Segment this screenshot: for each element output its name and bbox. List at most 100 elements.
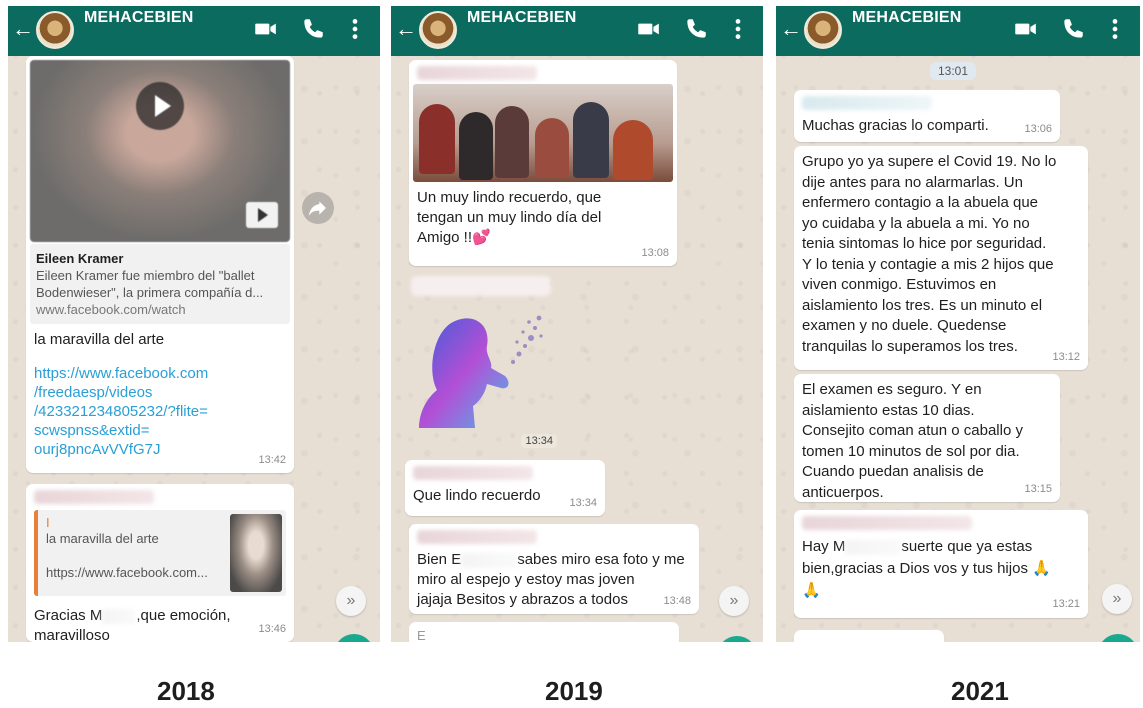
timestamp-chip: 13:01 [930,62,977,80]
video-thumbnail[interactable] [30,60,290,242]
sender-name-blurred [417,66,537,80]
sender-name-blurred [411,276,551,296]
chat-screenshot-2018: ← MEHACEBIEN Eileen Kramer Eileen Kramer… [8,6,380,642]
message-time: 13:15 [1024,482,1052,495]
message-bubble[interactable]: Muchas gracias lo comparti. 13:06 [794,90,1060,142]
more-vert-icon[interactable] [342,16,368,42]
message-text: jajaja Besitos y abrazos a todos [417,591,628,608]
message-text: Bien E sabes miro esa foto y me [417,550,691,570]
sticker-message[interactable]: 13:34 [413,302,557,448]
message-time: 13:48 [663,595,691,607]
chat-screenshot-2019: ← MEHACEBIEN Un muy lindo recuerdo, que … [391,6,763,642]
message-line: Grupo yo ya supere el Covid 19. No lo [802,153,1057,170]
preview-description: Eileen Kramer fue miembro del "ballet Bo… [36,267,284,301]
message-text: Gracias M ,que emoción, [34,606,286,626]
message-line: anticuerpos. [802,483,884,501]
chat-header: ← MEHACEBIEN [8,6,380,56]
chat-header: ← MEHACEBIEN [776,6,1140,56]
message-line: El examen es seguro. Y en [802,381,982,398]
message-bubble[interactable]: Grupo yo ya supere el Covid 19. No lo di… [794,146,1088,370]
message-line: aislamiento los tres. Es un minuto el [802,296,1043,314]
message-text: bien,gracias a Dios vos y tus hijos 🙏 [802,560,1051,577]
double-chevron-down-icon[interactable]: » [719,586,749,616]
sticker-time: 13:34 [521,434,557,448]
video-call-icon[interactable] [1012,16,1038,42]
message-time: 13:08 [641,247,669,259]
more-vert-icon[interactable] [1102,16,1128,42]
link-line[interactable]: /423321234805232/?flite= [34,402,290,421]
message-line: examen y no duele. Quedense [802,317,1007,334]
message-time: 13:06 [1024,123,1052,135]
link-line[interactable]: scwspnss&extid= [34,421,290,440]
play-button-icon[interactable] [136,82,184,130]
phone-icon[interactable] [683,16,709,42]
year-label-2018: 2018 [157,676,215,706]
message-line: aislamiento estas 10 dias. [802,401,975,419]
chat-title[interactable]: MEHACEBIEN [467,9,577,27]
woman-silhouette-sticker [419,315,543,428]
more-vert-icon[interactable] [725,16,751,42]
message-text-part: suerte que ya estas [901,538,1033,555]
message-bubble-partial[interactable]: E [409,622,679,642]
phone-icon[interactable] [1060,16,1086,42]
phone-icon[interactable] [300,16,326,42]
photo-message-bubble[interactable]: Un muy lindo recuerdo, que tengan un muy… [409,60,677,266]
message-text: maravilloso [34,627,110,642]
double-chevron-down-icon[interactable]: » [1102,584,1132,614]
message-text: miro al espejo y estoy mas joven [417,571,635,588]
preview-description-line: Eileen Kramer fue miembro del "ballet [36,268,255,283]
message-line: tomen 10 minutos de sol por dia. [802,442,1020,460]
message-bubble-partial[interactable] [794,630,944,642]
message-text: la maravilla del arte [34,331,165,348]
chat-title[interactable]: MEHACEBIEN [84,9,194,27]
forward-icon[interactable] [302,192,334,224]
year-label-2021: 2021 [951,676,1009,706]
group-avatar[interactable] [419,11,457,49]
double-chevron-down-icon[interactable]: » [336,586,366,616]
message-bubble[interactable]: Que lindo recuerdo 13:34 [405,460,605,516]
link-line[interactable]: ourj8pncAvVVfG7J [34,440,290,459]
preview-title: Eileen Kramer [36,251,124,266]
message-line: yo cuidaba y la abuela a mi. Yo no [802,214,1030,232]
reply-message-bubble[interactable]: I la maravilla del arte https://www.face… [26,484,294,642]
message-line: tranquilas lo superamos los tres. [802,337,1018,355]
message-text: Que lindo recuerdo [413,487,541,504]
message-link[interactable]: https://www.facebook.com /freedaesp/vide… [34,364,290,459]
group-photo[interactable] [413,84,673,182]
message-bubble[interactable]: El examen es seguro. Y en aislamiento es… [794,374,1060,502]
arrow-left-icon[interactable]: ← [12,18,34,40]
message-bubble[interactable]: Hay M suerte que ya estas bien,gracias a … [794,510,1088,618]
message-text: Hay M suerte que ya estas [802,536,1080,558]
video-call-icon[interactable] [635,16,661,42]
chat-title[interactable]: MEHACEBIEN [852,9,962,27]
quoted-message[interactable]: I la maravilla del arte https://www.face… [34,510,286,596]
link-line[interactable]: https://www.facebook.com [34,364,290,383]
compose-button[interactable] [1098,634,1138,642]
message-line: Consejito coman atun o caballo y [802,422,1023,439]
video-call-icon[interactable] [252,16,278,42]
arrow-left-icon[interactable]: ← [780,18,802,40]
arrow-left-icon[interactable]: ← [395,18,417,40]
group-avatar[interactable] [36,11,74,49]
message-text-part: E [417,628,426,642]
quoted-thumbnail [230,514,282,592]
video-message-bubble[interactable]: Eileen Kramer Eileen Kramer fue miembro … [26,56,294,473]
sender-name-blurred [34,490,154,504]
message-line: enfermero contagio a la abuela que [802,194,1039,211]
year-label-2019: 2019 [545,676,603,706]
message-text-part: Bien E [417,551,462,568]
video-icon [246,202,278,228]
sender-name-blurred [417,530,537,544]
message-line: tenia sintomas lo hice por seguridad. [802,235,1047,252]
message-text-part: Gracias M [34,607,103,624]
redacted-name [845,539,902,555]
compose-button[interactable] [717,636,757,642]
compose-button[interactable] [334,634,374,642]
message-line: Amigo !!💕 [417,229,491,246]
message-text-part: ,que emoción, [136,607,231,624]
message-bubble[interactable]: Bien E sabes miro esa foto y me miro al e… [409,524,699,614]
message-text-part: sabes miro esa foto y me [517,551,685,568]
link-line[interactable]: /freedaesp/videos [34,383,290,402]
group-avatar[interactable] [804,11,842,49]
link-preview[interactable]: Eileen Kramer Eileen Kramer fue miembro … [30,244,290,324]
